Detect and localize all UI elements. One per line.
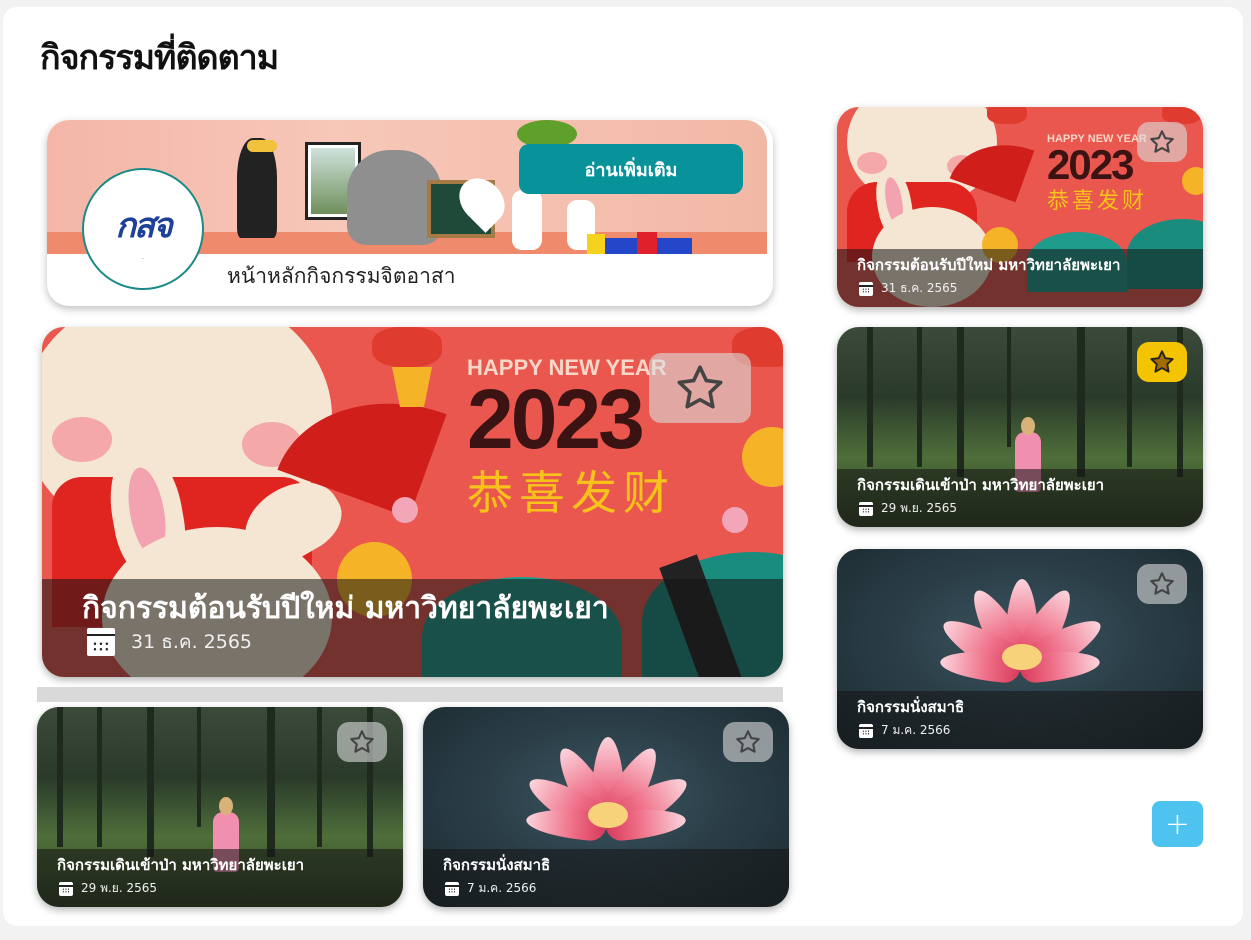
- activity-star-button[interactable]: [723, 722, 773, 762]
- section-divider: [37, 687, 783, 702]
- star-icon: [677, 365, 723, 409]
- featured-activity-card[interactable]: HAPPY NEW YEAR 2023 恭喜发财 กิจกรรมต้อนรับป…: [42, 327, 783, 677]
- page-title: กิจกรรมที่ติดตาม: [40, 38, 279, 78]
- activity-date: 29 พ.ย. 2565: [81, 881, 158, 895]
- activity-date-row: 29 พ.ย. 2565: [59, 879, 157, 898]
- side-activity-date-row: 29 พ.ย. 2565: [859, 499, 957, 518]
- star-icon: [1150, 572, 1174, 595]
- calendar-icon: [59, 881, 73, 896]
- side-activity-card[interactable]: กิจกรรมนั่งสมาธิ 7 ม.ค. 2566: [837, 549, 1203, 749]
- featured-activity-date: 31 ธ.ค. 2565: [131, 631, 252, 653]
- side-activity-card[interactable]: HAPPY NEW YEAR 2023 恭喜发财 กิจกรรมต้อนรับป…: [837, 107, 1203, 307]
- calendar-icon: [445, 881, 459, 896]
- star-icon: [1150, 130, 1174, 153]
- activity-title: กิจกรรมเดินเข้าป่า มหาวิทยาลัยพะเยา: [57, 856, 305, 874]
- side-activity-card[interactable]: กิจกรรมเดินเข้าป่า มหาวิทยาลัยพะเยา 29 พ…: [837, 327, 1203, 527]
- star-icon: [1150, 350, 1174, 373]
- side-activity-date-row: 7 ม.ค. 2566: [859, 721, 950, 740]
- activity-card[interactable]: กิจกรรมเดินเข้าป่า มหาวิทยาลัยพะเยา 29 พ…: [37, 707, 403, 907]
- calendar-icon: [859, 723, 873, 738]
- calendar-icon: [859, 281, 873, 296]
- add-activity-button[interactable]: +: [1152, 801, 1203, 847]
- side-activity-date: 31 ธ.ค. 2565: [881, 281, 958, 295]
- side-activity-date-row: 31 ธ.ค. 2565: [859, 279, 957, 298]
- featured-activity-title: กิจกรรมต้อนรับปีใหม่ มหาวิทยาลัยพะเยา: [82, 591, 609, 626]
- activity-card[interactable]: กิจกรรมนั่งสมาธิ 7 ม.ค. 2566: [423, 707, 789, 907]
- side-activity-title: กิจกรรมต้อนรับปีใหม่ มหาวิทยาลัยพะเยา: [857, 256, 1121, 274]
- activity-star-button[interactable]: [337, 722, 387, 762]
- calendar-icon: [87, 628, 115, 656]
- activity-date: 7 ม.ค. 2566: [467, 881, 537, 895]
- featured-star-button[interactable]: [649, 353, 751, 423]
- side-activity-title: กิจกรรมเดินเข้าป่า มหาวิทยาลัยพะเยา: [857, 476, 1105, 494]
- organization-logo: กสจ .: [82, 168, 204, 290]
- featured-activity-date-row: 31 ธ.ค. 2565: [87, 627, 252, 657]
- hero-card[interactable]: อ่านเพิ่มเติม กสจ . หน้าหลักกิจกรรมจิตอา…: [47, 120, 773, 306]
- read-more-button[interactable]: อ่านเพิ่มเติม: [519, 144, 743, 194]
- activity-title: กิจกรรมนั่งสมาธิ: [443, 856, 551, 874]
- hero-home-label[interactable]: หน้าหลักกิจกรรมจิตอาสา: [227, 260, 456, 293]
- activity-date-row: 7 ม.ค. 2566: [445, 879, 536, 898]
- side-star-button[interactable]: [1137, 122, 1187, 162]
- side-activity-date: 7 ม.ค. 2566: [881, 723, 951, 737]
- star-icon: [736, 730, 760, 753]
- star-icon: [350, 730, 374, 753]
- calendar-icon: [859, 501, 873, 516]
- side-activity-date: 29 พ.ย. 2565: [881, 501, 958, 515]
- side-star-button[interactable]: [1137, 564, 1187, 604]
- plus-icon: +: [1164, 806, 1191, 842]
- side-star-button-active[interactable]: [1137, 342, 1187, 382]
- side-activity-title: กิจกรรมนั่งสมาธิ: [857, 698, 965, 716]
